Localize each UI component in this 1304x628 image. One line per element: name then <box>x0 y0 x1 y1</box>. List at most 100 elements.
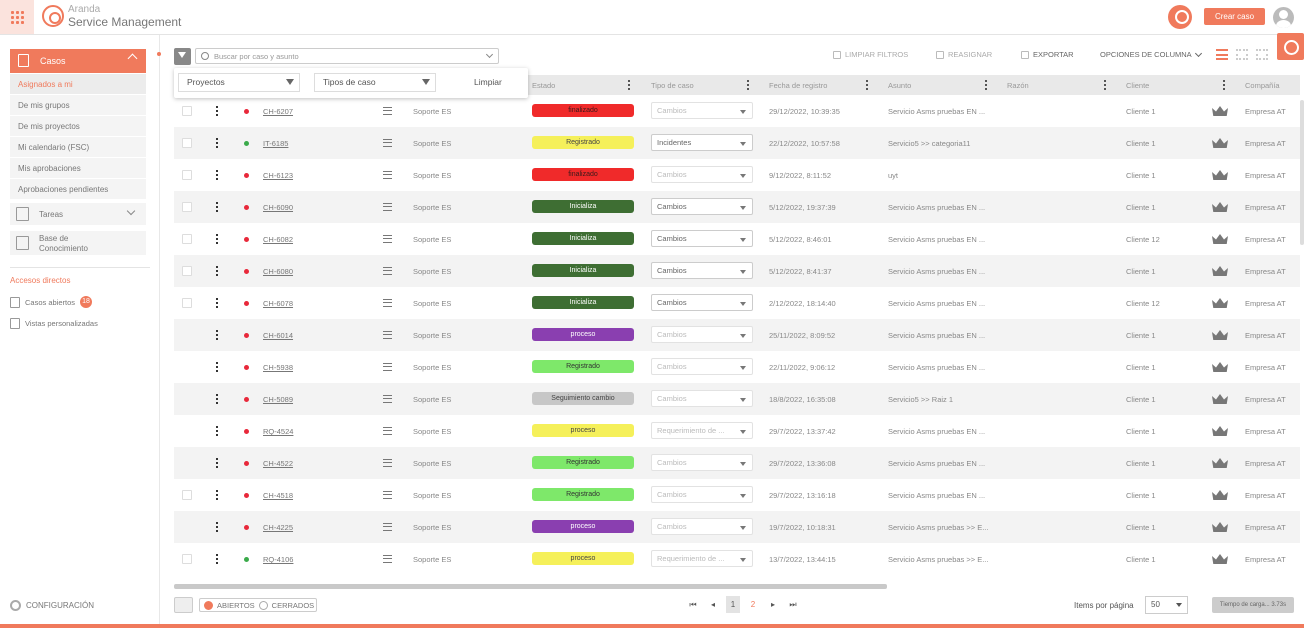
row-menu-icon[interactable] <box>216 490 218 500</box>
table-row[interactable]: CH-5938 Soporte ES Registrado Cambios 22/11/… <box>174 351 1300 383</box>
row-menu-icon[interactable] <box>216 362 218 372</box>
case-types-filter[interactable]: Tipos de caso <box>314 73 436 92</box>
case-id-link[interactable]: CH-6078 <box>263 299 293 308</box>
clear-filters-button[interactable]: LIMPIAR FILTROS <box>833 50 908 59</box>
items-per-page-select[interactable]: 50 <box>1145 596 1188 614</box>
row-checkbox[interactable] <box>182 266 192 276</box>
column-menu-icon[interactable] <box>985 80 987 90</box>
column-menu-icon[interactable] <box>747 80 749 90</box>
compact-view-icon[interactable] <box>1256 49 1268 60</box>
column-header[interactable]: Asunto <box>888 81 911 90</box>
table-row[interactable]: CH-6090 Soporte ES Inicializa Cambios 5/12/2… <box>174 191 1300 223</box>
details-icon[interactable] <box>383 139 392 147</box>
open-closed-toggle[interactable]: ABIERTOS CERRADOS <box>199 598 317 612</box>
table-row[interactable]: CH-6123 Soporte ES finalizado Cambios 9/12/2… <box>174 159 1300 191</box>
row-checkbox[interactable] <box>182 170 192 180</box>
column-menu-icon[interactable] <box>1104 80 1106 90</box>
column-menu-icon[interactable] <box>1223 80 1225 90</box>
case-id-link[interactable]: CH-6090 <box>263 203 293 212</box>
export-button[interactable]: EXPORTAR <box>1021 50 1074 59</box>
clear-button[interactable]: Limpiar <box>474 77 502 87</box>
table-row[interactable]: CH-6080 Soporte ES Inicializa Cambios 5/12/2… <box>174 255 1300 287</box>
case-type-select[interactable]: Cambios <box>651 102 753 119</box>
row-menu-icon[interactable] <box>216 554 218 564</box>
case-id-link[interactable]: CH-5938 <box>263 363 293 372</box>
case-id-link[interactable]: CH-6082 <box>263 235 293 244</box>
case-type-select[interactable]: Cambios <box>651 358 753 375</box>
first-page-icon[interactable]: ⏮ <box>686 596 700 613</box>
sidebar-item-assigned[interactable]: Asignados a mi <box>10 74 146 95</box>
column-header[interactable]: Razón <box>1007 81 1029 90</box>
details-icon[interactable] <box>383 331 392 339</box>
case-type-select[interactable]: Requerimiento de ... <box>651 550 753 567</box>
last-page-icon[interactable]: ⏭ <box>786 596 800 613</box>
row-checkbox[interactable] <box>182 202 192 212</box>
next-page-icon[interactable]: ▸ <box>766 596 780 613</box>
page-current[interactable]: 1 <box>726 596 740 613</box>
row-menu-icon[interactable] <box>216 170 218 180</box>
vertical-scrollbar[interactable] <box>1300 100 1304 245</box>
row-menu-icon[interactable] <box>216 458 218 468</box>
details-icon[interactable] <box>383 107 392 115</box>
case-id-link[interactable]: IT-6185 <box>263 139 288 148</box>
details-icon[interactable] <box>383 363 392 371</box>
table-row[interactable]: CH-5089 Soporte ES Seguimiento cambio Cambi… <box>174 383 1300 415</box>
case-id-link[interactable]: CH-6080 <box>263 267 293 276</box>
row-checkbox[interactable] <box>182 554 192 564</box>
case-type-select[interactable]: Cambios <box>651 166 753 183</box>
column-menu-icon[interactable] <box>628 80 630 90</box>
sidebar-collapse-indicator[interactable] <box>157 52 161 56</box>
sidebar-item-projects[interactable]: De mis proyectos <box>10 116 146 137</box>
open-radio[interactable] <box>204 600 213 610</box>
case-type-select[interactable]: Cambios <box>651 326 753 343</box>
case-type-select[interactable]: Incidentes <box>651 134 753 151</box>
case-id-link[interactable]: CH-6014 <box>263 331 293 340</box>
prev-page-icon[interactable]: ◂ <box>706 596 720 613</box>
sidebar-knowledge-base[interactable]: Base de Conocimiento <box>10 231 146 255</box>
case-id-link[interactable]: CH-6207 <box>263 107 293 116</box>
table-row[interactable]: CH-4225 Soporte ES proceso Cambios 19/7/2022… <box>174 511 1300 543</box>
details-icon[interactable] <box>383 235 392 243</box>
case-id-link[interactable]: RQ-4524 <box>263 427 293 436</box>
case-id-link[interactable]: CH-6123 <box>263 171 293 180</box>
timer-icon[interactable] <box>1277 33 1304 60</box>
configuration-link[interactable]: CONFIGURACIÓN <box>10 600 94 611</box>
closed-radio[interactable] <box>258 600 268 610</box>
details-icon[interactable] <box>383 171 392 179</box>
case-id-link[interactable]: CH-4522 <box>263 459 293 468</box>
row-menu-icon[interactable] <box>216 330 218 340</box>
row-menu-icon[interactable] <box>216 202 218 212</box>
chevron-up-icon[interactable] <box>127 53 138 64</box>
sidebar-item-calendar[interactable]: Mi calendario (FSC) <box>10 137 146 158</box>
row-menu-icon[interactable] <box>216 234 218 244</box>
row-checkbox[interactable] <box>182 138 192 148</box>
table-row[interactable]: CH-4518 Soporte ES Registrado Cambios 29/7/2… <box>174 479 1300 511</box>
sidebar-item-approvals[interactable]: Mis aprobaciones <box>10 158 146 179</box>
details-icon[interactable] <box>383 459 392 467</box>
sidebar-tasks[interactable]: Tareas <box>10 203 146 225</box>
row-menu-icon[interactable] <box>216 522 218 532</box>
row-checkbox[interactable] <box>182 490 192 500</box>
chevron-down-icon[interactable] <box>126 206 136 216</box>
reassign-button[interactable]: REASIGNAR <box>936 50 992 59</box>
row-checkbox[interactable] <box>182 106 192 116</box>
table-row[interactable]: CH-6207 Soporte ES finalizado Cambios 29/12/… <box>174 95 1300 127</box>
case-id-link[interactable]: CH-4518 <box>263 491 293 500</box>
list-view-icon[interactable] <box>1216 49 1228 60</box>
row-menu-icon[interactable] <box>216 394 218 404</box>
case-id-link[interactable]: CH-4225 <box>263 523 293 532</box>
chevron-down-icon[interactable] <box>485 50 494 59</box>
filter-toggle-button[interactable] <box>174 48 191 65</box>
table-row[interactable]: IT-6185 Soporte ES Registrado Incidentes 22/… <box>174 127 1300 159</box>
row-menu-icon[interactable] <box>216 106 218 116</box>
details-icon[interactable] <box>383 299 392 307</box>
row-checkbox[interactable] <box>182 298 192 308</box>
case-type-select[interactable]: Cambios <box>651 262 753 279</box>
column-header[interactable]: Estado <box>532 81 555 90</box>
row-menu-icon[interactable] <box>216 138 218 148</box>
column-header[interactable]: Compañía <box>1245 81 1280 90</box>
table-row[interactable]: CH-6082 Soporte ES Inicializa Cambios 5/12/2… <box>174 223 1300 255</box>
table-row[interactable]: RQ-4524 Soporte ES proceso Requerimiento de… <box>174 415 1300 447</box>
apps-grid-icon[interactable] <box>0 0 34 34</box>
sidebar-item-groups[interactable]: De mis grupos <box>10 95 146 116</box>
